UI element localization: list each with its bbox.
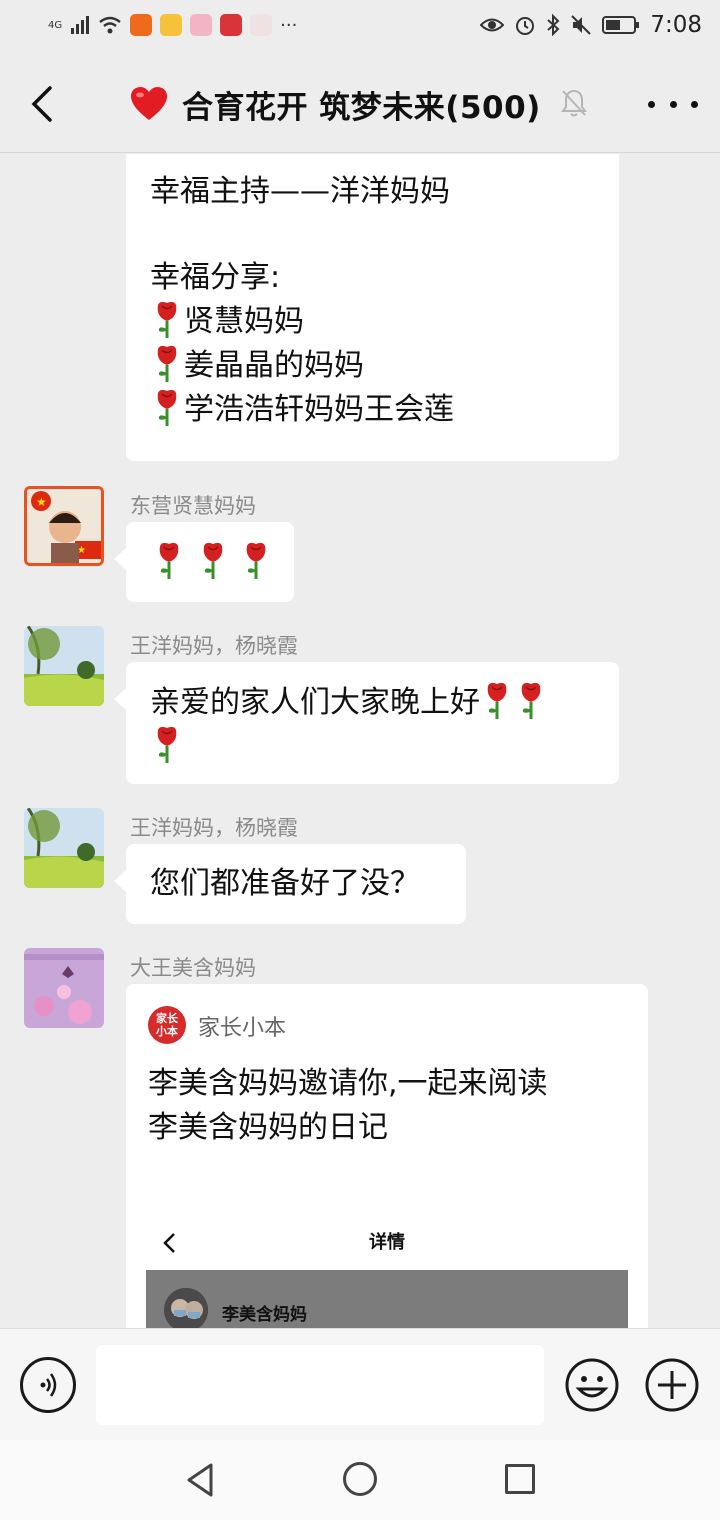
nav-back-icon[interactable]: [184, 1462, 216, 1498]
sender-name: 大王美含妈妈: [130, 956, 256, 980]
bluetooth-icon: [547, 14, 560, 36]
rose-emoji-icon: [159, 542, 179, 579]
avatar-image: [24, 626, 104, 706]
chat-title: 合育花开 筑梦未来(500): [182, 89, 541, 126]
message-text: 亲爱的家人们大家晚上好: [150, 685, 480, 720]
notifications-muted-icon: [561, 89, 587, 117]
back-arrow-icon[interactable]: [24, 82, 64, 126]
avatar-image: ★ ★: [27, 489, 101, 563]
status-right: 7:08: [480, 12, 702, 38]
signal-icon: [71, 16, 90, 34]
pig-app-icon: [190, 14, 213, 36]
clock: 7:08: [650, 12, 702, 38]
svg-text:★: ★: [36, 495, 47, 509]
rose-emoji-icon: [157, 301, 177, 338]
status-left: 4G ···: [48, 14, 297, 36]
eye-icon: [480, 18, 505, 32]
avatar[interactable]: [24, 948, 104, 1028]
red-app-icon: [220, 14, 243, 36]
network-type: 4G: [48, 19, 63, 31]
card-source: 家长小本: [198, 1016, 287, 1041]
message-input[interactable]: [96, 1345, 544, 1425]
sender-name: 王洋妈妈，杨晓霞: [130, 634, 298, 658]
rose-emoji-icon: [157, 726, 177, 763]
message-bubble[interactable]: 您们都准备好了没？: [114, 844, 466, 924]
message-bubble[interactable]: 幸福主持——洋洋妈妈 幸福分享: 贤慧妈妈 姜晶晶的妈妈 学浩浩轩妈妈王会莲: [126, 154, 619, 461]
more-options-button[interactable]: [648, 84, 698, 124]
preview-name: 李美含妈妈: [222, 1305, 307, 1325]
battery-icon: [602, 16, 640, 34]
message-text: 幸福分享:: [150, 260, 281, 295]
map-pin-app-icon: [250, 14, 273, 36]
input-bar: [0, 1328, 720, 1440]
message-bubble[interactable]: 亲爱的家人们大家晚上好: [114, 662, 619, 784]
avatar[interactable]: ★ ★: [24, 486, 104, 566]
message-text: 您们都准备好了没？: [150, 866, 420, 901]
avatar[interactable]: [24, 808, 104, 888]
plus-icon[interactable]: [644, 1357, 700, 1413]
card-preview: 详情 李美含妈妈: [146, 1214, 628, 1328]
system-navigation-bar: [0, 1440, 720, 1520]
avatar-image: [24, 808, 104, 888]
chat-messages: 幸福主持——洋洋妈妈 幸福分享: 贤慧妈妈 姜晶晶的妈妈 学浩浩轩妈妈王会莲 ★…: [0, 154, 720, 1328]
voice-icon: [40, 1373, 57, 1397]
avatar-image: [24, 948, 104, 1028]
rose-emoji-icon: [203, 542, 222, 579]
chat-header: 合育花开 筑梦未来(500): [0, 56, 720, 153]
message-bubble[interactable]: [114, 522, 294, 602]
listen-app-icon: [130, 14, 153, 36]
avatar[interactable]: [24, 626, 104, 706]
preview-avatar: [164, 1288, 208, 1328]
sender-name: 王洋妈妈，杨晓霞: [130, 816, 298, 840]
emoji-icon[interactable]: [564, 1357, 620, 1413]
nav-recent-apps-icon[interactable]: [505, 1464, 535, 1494]
sender-name: 东营贤慧妈妈: [130, 494, 256, 518]
rose-emoji-icon: [246, 542, 266, 579]
more-notifications-icon: ···: [280, 14, 298, 36]
app-logo-icon: 家长 小本: [148, 1006, 186, 1044]
message-line: 贤慧妈妈: [150, 299, 595, 343]
mute-icon: [571, 15, 592, 35]
share-card[interactable]: 家长 小本 家长小本 李美含妈妈邀请你,一起来阅读 李美含妈妈的日记 详情 李美含…: [126, 984, 648, 1328]
card-text: 李美含妈妈邀请你,一起来阅读 李美含妈妈的日记: [148, 1066, 548, 1145]
message-text: 幸福主持——洋洋妈妈: [150, 174, 450, 209]
status-bar: 4G ··· 7:08: [0, 0, 720, 56]
preview-header-bar: 李美含妈妈: [146, 1270, 628, 1328]
voice-input-button[interactable]: [20, 1357, 76, 1413]
preview-title: 详情: [369, 1232, 405, 1253]
message-line: 姜晶晶的妈妈: [150, 343, 595, 387]
smile-app-icon: [160, 14, 183, 36]
wifi-icon: [99, 16, 121, 34]
nav-home-icon[interactable]: [343, 1462, 377, 1496]
heart-icon: [131, 87, 167, 120]
chat-title-group[interactable]: 合育花开 筑梦未来(500): [130, 80, 541, 128]
alarm-icon: [516, 17, 535, 35]
message-line: 学浩浩轩妈妈王会莲: [150, 387, 595, 431]
rose-emoji-icon: [157, 389, 177, 426]
rose-emoji-icon: [521, 682, 541, 719]
rose-emoji-icon: [157, 345, 177, 382]
rose-emoji-icon: [487, 682, 507, 719]
